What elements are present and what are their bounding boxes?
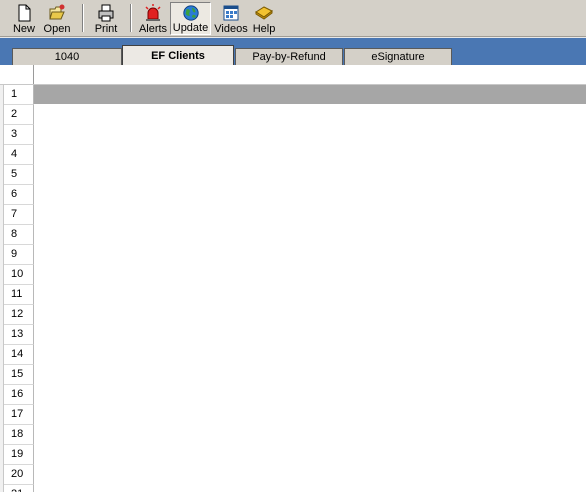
grid-column-header xyxy=(0,65,586,85)
row-header[interactable]: 13 xyxy=(4,325,34,345)
tab-label: eSignature xyxy=(371,51,425,63)
row-header[interactable]: 16 xyxy=(4,385,34,405)
tab-esignature[interactable]: eSignature xyxy=(344,48,452,65)
row-header[interactable]: 7 xyxy=(4,205,34,225)
row-header[interactable]: 12 xyxy=(4,305,34,325)
row-header[interactable]: 8 xyxy=(4,225,34,245)
videos-button-label: Videos xyxy=(214,23,248,35)
row-header[interactable]: 4 xyxy=(4,145,34,165)
tab-label: Pay-by-Refund xyxy=(252,51,326,63)
row-header[interactable]: 9 xyxy=(4,245,34,265)
print-button-label: Print xyxy=(94,23,118,35)
alerts-button[interactable]: Alerts xyxy=(138,2,168,35)
new-document-icon xyxy=(18,4,31,22)
row-header[interactable]: 21 xyxy=(4,485,34,492)
row-header-column: 1 2 3 4 5 6 7 8 9 10 11 12 13 14 15 16 1… xyxy=(4,85,34,492)
row-header[interactable]: 10 xyxy=(4,265,34,285)
print-button[interactable]: Print xyxy=(91,2,121,35)
row-header[interactable]: 20 xyxy=(4,465,34,485)
tab-label: 1040 xyxy=(54,51,80,63)
row-header[interactable]: 2 xyxy=(4,105,34,125)
row-header[interactable]: 18 xyxy=(4,425,34,445)
grid-corner-cell[interactable] xyxy=(4,65,34,84)
printer-icon xyxy=(98,4,114,22)
help-button[interactable]: Help xyxy=(250,2,278,35)
tab-bar: 1040 EF Clients Pay-by-Refund eSignature xyxy=(0,37,586,65)
selected-grid-row[interactable] xyxy=(34,85,586,104)
update-button[interactable]: Update xyxy=(170,2,211,35)
new-button[interactable]: New xyxy=(9,2,39,35)
toolbar-separator xyxy=(130,4,132,32)
row-header[interactable]: 14 xyxy=(4,345,34,365)
row-header[interactable]: 15 xyxy=(4,365,34,385)
row-header[interactable]: 6 xyxy=(4,185,34,205)
globe-update-icon xyxy=(182,5,199,21)
open-button-label: Open xyxy=(43,23,71,35)
help-book-icon xyxy=(255,6,273,20)
tab-1040[interactable]: 1040 xyxy=(12,48,122,65)
alert-siren-icon xyxy=(145,4,161,21)
tab-ef-clients[interactable]: EF Clients xyxy=(122,45,234,65)
row-header[interactable]: 11 xyxy=(4,285,34,305)
update-button-label: Update xyxy=(172,22,209,34)
alerts-button-label: Alerts xyxy=(138,23,168,35)
row-header[interactable]: 3 xyxy=(4,125,34,145)
video-film-icon xyxy=(223,5,239,21)
main-toolbar: New Open Print Alerts Update Videos Help xyxy=(0,0,586,37)
row-header[interactable]: 1 xyxy=(4,85,34,105)
tab-label: EF Clients xyxy=(151,50,205,62)
row-header[interactable]: 19 xyxy=(4,445,34,465)
tab-pay-by-refund[interactable]: Pay-by-Refund xyxy=(235,48,343,65)
toolbar-separator xyxy=(82,4,84,32)
open-button[interactable]: Open xyxy=(41,2,73,35)
row-header[interactable]: 17 xyxy=(4,405,34,425)
row-header[interactable]: 5 xyxy=(4,165,34,185)
new-button-label: New xyxy=(12,23,35,35)
open-folder-icon xyxy=(49,4,65,20)
help-button-label: Help xyxy=(252,23,276,35)
videos-button[interactable]: Videos xyxy=(214,2,248,35)
